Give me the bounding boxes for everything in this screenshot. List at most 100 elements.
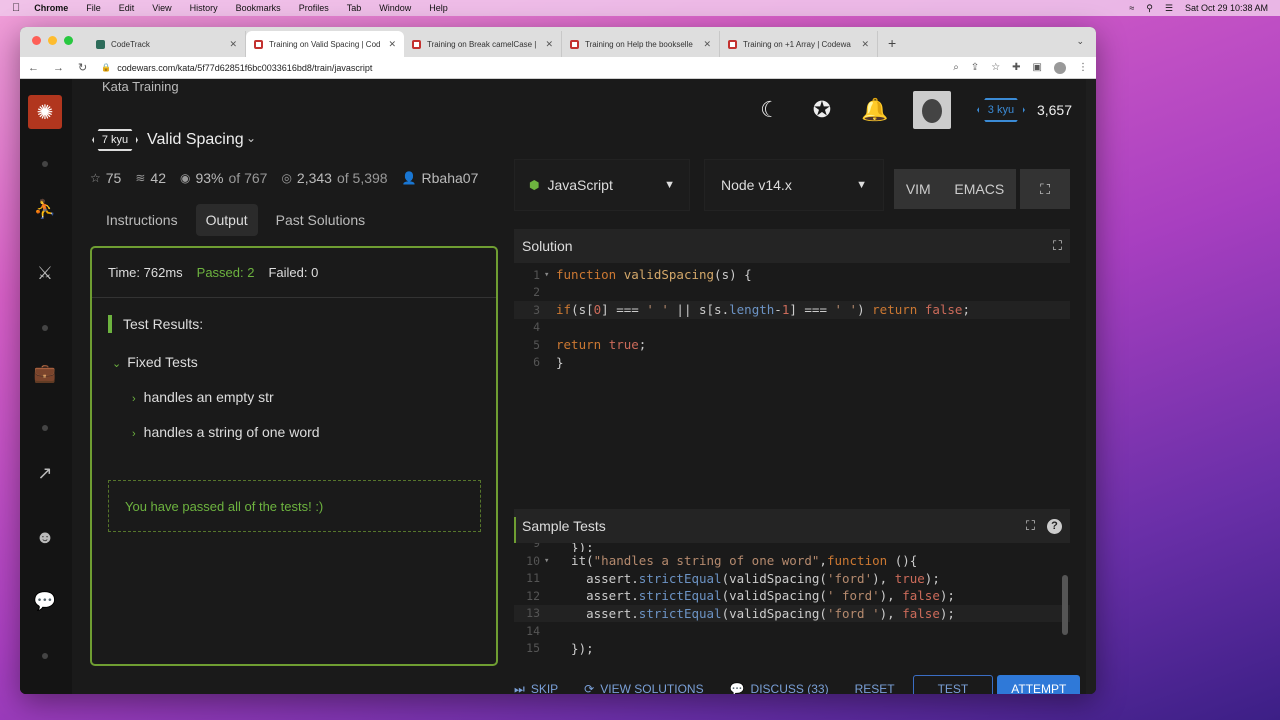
code-line: 15 }); bbox=[526, 640, 594, 655]
tab-search-chevron-icon[interactable]: ⌄ bbox=[1076, 36, 1084, 47]
close-tab-icon[interactable]: ✕ bbox=[545, 39, 553, 50]
attempt-button[interactable]: ATTEMPT bbox=[997, 675, 1081, 694]
briefcase-icon[interactable]: 💼 bbox=[32, 363, 58, 384]
version-select[interactable]: Node v14.x ▼ bbox=[704, 159, 884, 211]
page-scrollbar[interactable] bbox=[1086, 79, 1096, 694]
profile-avatar[interactable] bbox=[1054, 61, 1066, 74]
menu-view[interactable]: View bbox=[152, 3, 171, 13]
test-label: handles an empty str bbox=[143, 389, 274, 405]
menubar-clock[interactable]: Sat Oct 29 10:38 AM bbox=[1185, 3, 1268, 13]
browser-tab-valid-spacing[interactable]: Training on Valid Spacing | Cod ✕ bbox=[246, 31, 404, 57]
minimize-window-button[interactable] bbox=[48, 36, 57, 45]
close-window-button[interactable] bbox=[32, 36, 41, 45]
tab-past-solutions[interactable]: Past Solutions bbox=[266, 204, 376, 236]
vim-mode-button[interactable]: VIM bbox=[906, 181, 931, 197]
editor-scrollbar[interactable] bbox=[1062, 575, 1068, 635]
tab-label: Training on Valid Spacing | Cod bbox=[269, 39, 381, 49]
url-field[interactable]: codewars.com/kata/5f77d62851f6bc0033616b… bbox=[117, 63, 372, 73]
discord-icon[interactable]: ☻ bbox=[32, 527, 58, 548]
sample-tests-header: Sample Tests ⛶? bbox=[514, 509, 1070, 543]
back-icon[interactable]: ← bbox=[28, 62, 39, 74]
close-tab-icon[interactable]: ✕ bbox=[703, 39, 711, 50]
zoom-icon[interactable]: ⌕ bbox=[953, 62, 959, 73]
version-value: Node v14.x bbox=[721, 177, 792, 193]
author-stat[interactable]: 👤 Rbaha07 bbox=[402, 170, 479, 186]
menu-help[interactable]: Help bbox=[429, 3, 448, 13]
failed-count: Failed: 0 bbox=[268, 265, 319, 280]
completed-value: 2,343 bbox=[296, 170, 332, 186]
skip-button[interactable]: ⏭ SKIP bbox=[514, 682, 558, 695]
fullscreen-button[interactable]: ⛶ bbox=[1020, 169, 1070, 209]
notifications-bell-icon[interactable]: 🔔 bbox=[861, 97, 888, 123]
share-icon[interactable]: ⇪ bbox=[971, 62, 979, 73]
training-icon[interactable]: ⛹ bbox=[32, 199, 58, 220]
control-center-icon[interactable]: ☰ bbox=[1165, 3, 1173, 14]
menu-edit[interactable]: Edit bbox=[119, 3, 135, 13]
language-select[interactable]: ⬢ JavaScript ▼ bbox=[514, 159, 690, 211]
codewars-logo[interactable]: ✺ bbox=[28, 95, 62, 129]
menu-profiles[interactable]: Profiles bbox=[299, 3, 329, 13]
chrome-menu-icon[interactable]: ⋮ bbox=[1078, 62, 1088, 73]
discussions-icon[interactable]: 💬 bbox=[32, 591, 58, 612]
fixed-tests-group[interactable]: ⌄ Fixed Tests bbox=[112, 354, 198, 370]
sidepanel-icon[interactable]: ▣ bbox=[1033, 62, 1042, 73]
reload-icon[interactable]: ↻ bbox=[78, 61, 87, 74]
tab-label: Training on Break camelCase | bbox=[427, 39, 537, 49]
kata-title: Valid Spacing bbox=[147, 131, 244, 148]
sample-tests-editor[interactable]: 9 }); 10 ▾ it("handles a string of one wo… bbox=[514, 543, 1070, 655]
help-icon[interactable]: ? bbox=[1047, 518, 1062, 534]
solution-editor[interactable]: 1 ▾ function validSpacing (s) { 2 3 if (s[0]… bbox=[514, 266, 1070, 486]
menu-app-name[interactable]: Chrome bbox=[34, 3, 68, 13]
discuss-button[interactable]: 💬 DISCUSS (33) bbox=[730, 682, 829, 694]
code-line: 5 return true; bbox=[533, 337, 647, 353]
browser-tab-bookseller[interactable]: Training on Help the bookselle ✕ bbox=[562, 31, 720, 57]
address-bar: ← → ↻ 🔒 codewars.com/kata/5f77d62851f6bc… bbox=[20, 57, 1096, 79]
emacs-mode-button[interactable]: EMACS bbox=[954, 181, 1004, 197]
apple-icon[interactable]:  bbox=[12, 2, 20, 14]
solution-title: Solution bbox=[522, 238, 573, 254]
code-line: 13 assert. strictEqual (validSpacing('ford… bbox=[514, 604, 1070, 622]
bookmarks-star-icon[interactable]: ✪ bbox=[809, 97, 835, 123]
code-line: 12 assert. strictEqual (validSpacing(' for… bbox=[526, 588, 955, 604]
bookmark-star-icon[interactable]: ☆ bbox=[991, 62, 1000, 73]
zoom-window-button[interactable] bbox=[64, 36, 73, 45]
stars-stat[interactable]: ☆ 75 bbox=[90, 170, 121, 186]
menu-tab[interactable]: Tab bbox=[347, 3, 362, 13]
user-avatar[interactable] bbox=[912, 91, 951, 129]
tab-instructions[interactable]: Instructions bbox=[96, 204, 188, 236]
wifi-icon[interactable]: ≈ bbox=[1129, 3, 1134, 13]
reset-button[interactable]: RESET bbox=[855, 682, 895, 694]
test-item[interactable]: › handles an empty str bbox=[132, 389, 274, 405]
collections-stat[interactable]: ≋ 42 bbox=[135, 170, 166, 186]
tab-label: Training on +1 Array | Codewa bbox=[743, 39, 851, 49]
lock-icon[interactable]: 🔒 bbox=[101, 63, 111, 72]
close-tab-icon[interactable]: ✕ bbox=[861, 39, 869, 50]
kata-menu-chevron-icon[interactable]: ⌄ bbox=[246, 131, 256, 145]
menu-window[interactable]: Window bbox=[379, 3, 411, 13]
extensions-icon[interactable]: ✚ bbox=[1012, 62, 1020, 73]
user-rank-badge[interactable]: 3 kyu bbox=[976, 98, 1025, 122]
expand-icon[interactable]: ⛶ bbox=[1053, 238, 1062, 254]
kumite-icon[interactable]: ⚔ bbox=[32, 263, 58, 284]
new-tab-button[interactable]: + bbox=[888, 35, 896, 51]
close-tab-icon[interactable]: ✕ bbox=[388, 39, 396, 50]
tab-output[interactable]: Output bbox=[195, 204, 258, 236]
dark-mode-moon-icon[interactable]: ☾ bbox=[757, 97, 783, 123]
test-button[interactable]: TEST bbox=[912, 675, 994, 694]
menu-file[interactable]: File bbox=[86, 3, 101, 13]
leaderboard-icon[interactable]: ↗ bbox=[32, 463, 58, 484]
forward-icon[interactable]: → bbox=[53, 62, 64, 74]
browser-tab-break-camelcase[interactable]: Training on Break camelCase | ✕ bbox=[404, 31, 562, 57]
test-item[interactable]: › handles a string of one word bbox=[132, 424, 320, 440]
search-icon[interactable]: ⚲ bbox=[1146, 3, 1153, 14]
chrome-window: CodeTrack ✕ Training on Valid Spacing | … bbox=[20, 27, 1096, 694]
browser-tab-plus-one-array[interactable]: Training on +1 Array | Codewa ✕ bbox=[720, 31, 878, 57]
menu-bookmarks[interactable]: Bookmarks bbox=[236, 3, 281, 13]
browser-tab-codetrack[interactable]: CodeTrack ✕ bbox=[88, 31, 246, 57]
nav-separator-dot bbox=[42, 425, 48, 431]
expand-icon[interactable]: ⛶ bbox=[1026, 518, 1035, 534]
view-solutions-button[interactable]: ⟳ VIEW SOLUTIONS bbox=[584, 682, 703, 694]
menu-history[interactable]: History bbox=[190, 3, 218, 13]
close-tab-icon[interactable]: ✕ bbox=[229, 39, 237, 50]
code-line: 1 ▾ function validSpacing (s) { bbox=[533, 267, 752, 283]
